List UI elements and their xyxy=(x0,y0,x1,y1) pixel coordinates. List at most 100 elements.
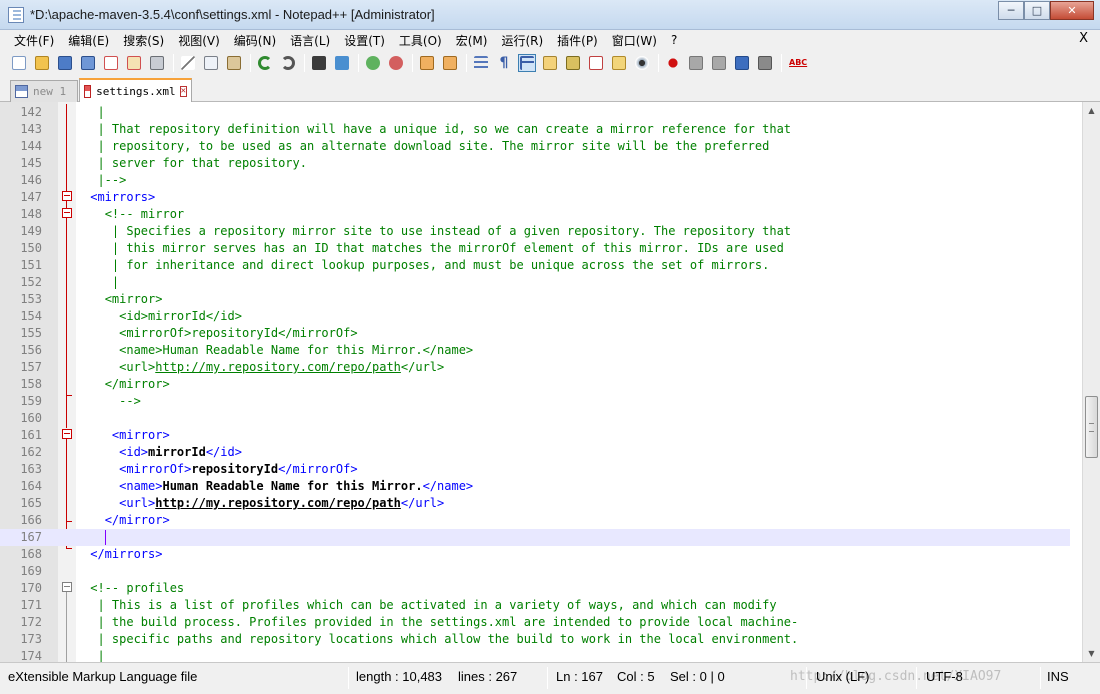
status-insert-mode[interactable]: INS xyxy=(1047,667,1069,687)
line-text: <url>http://my.repository.com/repo/path<… xyxy=(83,359,444,376)
code-line: 173 | specific paths and repository loca… xyxy=(0,631,1070,648)
menu-language[interactable]: 语言(L) xyxy=(284,32,336,49)
line-text xyxy=(83,529,106,546)
open-file-icon[interactable] xyxy=(33,54,51,72)
save-macro-icon[interactable] xyxy=(756,54,774,72)
sync-vertical-icon[interactable] xyxy=(418,54,436,72)
folder-workspace-icon[interactable] xyxy=(610,54,628,72)
menu-search[interactable]: 搜索(S) xyxy=(117,32,170,49)
menu-macro[interactable]: 宏(M) xyxy=(450,32,494,49)
xml-tag: </url> xyxy=(400,360,445,374)
xml-url-link[interactable]: http://my.repository.com/repo/path xyxy=(155,360,401,374)
line-text: <mirrorOf>repositoryId</mirrorOf> xyxy=(83,325,357,342)
code-line: 149 | Specifies a repository mirror site… xyxy=(0,223,1070,240)
maximize-button[interactable]: □ xyxy=(1024,1,1050,20)
redo-icon[interactable] xyxy=(279,54,297,72)
new-file-icon[interactable] xyxy=(10,54,28,72)
menu-plugins[interactable]: 插件(P) xyxy=(551,32,604,49)
tab-new-1[interactable]: new 1 xyxy=(10,80,78,102)
zoom-out-icon[interactable] xyxy=(387,54,405,72)
zoom-in-icon[interactable] xyxy=(364,54,382,72)
close-icon[interactable] xyxy=(102,54,120,72)
show-all-chars-icon[interactable]: ¶ xyxy=(495,54,513,72)
play-multiple-icon[interactable] xyxy=(733,54,751,72)
find-icon[interactable] xyxy=(310,54,328,72)
close-window-button[interactable]: ✕ xyxy=(1050,1,1094,20)
print-icon[interactable] xyxy=(148,54,166,72)
word-wrap-icon[interactable] xyxy=(472,54,490,72)
tab-settings-xml[interactable]: settings.xml ✕ xyxy=(79,78,192,102)
lang-icon[interactable] xyxy=(541,54,559,72)
menu-settings[interactable]: 设置(T) xyxy=(338,32,391,49)
line-number: 169 xyxy=(20,564,42,578)
function-list-icon[interactable] xyxy=(587,54,605,72)
copy-icon[interactable] xyxy=(202,54,220,72)
spellcheck-icon[interactable]: ABC xyxy=(787,54,807,72)
status-column: Col : 5 xyxy=(617,669,655,684)
menu-run[interactable]: 运行(R) xyxy=(495,32,549,49)
xml-tag: <mirrorOf> xyxy=(119,462,192,476)
line-number: 154 xyxy=(20,309,42,323)
menu-view[interactable]: 视图(V) xyxy=(172,32,226,49)
line-text: <!-- mirror xyxy=(83,206,184,223)
line-number: 173 xyxy=(20,632,42,646)
line-text: <mirror> xyxy=(83,291,163,308)
vertical-scrollbar[interactable]: ▲ ▼ xyxy=(1082,102,1100,662)
scroll-down-arrow-icon[interactable]: ▼ xyxy=(1083,645,1100,662)
code-editor[interactable]: 142 | 143 | That repository definition w… xyxy=(0,102,1100,662)
xml-tag: </name> xyxy=(422,479,474,493)
xml-tag: </id> xyxy=(205,445,242,459)
paste-icon[interactable] xyxy=(225,54,243,72)
line-text: <!-- profiles xyxy=(83,581,185,595)
undo-icon[interactable] xyxy=(256,54,274,72)
save-icon[interactable] xyxy=(56,54,74,72)
tab-close-icon[interactable]: ✕ xyxy=(179,85,187,97)
menu-window[interactable]: 窗口(W) xyxy=(606,32,663,49)
doc-map-icon[interactable] xyxy=(564,54,582,72)
line-number: 146 xyxy=(20,173,42,187)
code-line: 157 <url>http://my.repository.com/repo/p… xyxy=(0,359,1070,376)
xml-value: mirrorId xyxy=(148,309,206,323)
line-text: <mirrorOf>repositoryId</mirrorOf> xyxy=(83,461,358,478)
play-macro-icon[interactable] xyxy=(710,54,728,72)
code-line: 152 | xyxy=(0,274,1070,291)
tab-label: settings.xml xyxy=(96,84,176,98)
xml-tag: <id> xyxy=(119,309,149,323)
menu-help[interactable]: ? xyxy=(665,33,683,47)
stop-record-icon[interactable] xyxy=(687,54,705,72)
monitor-icon[interactable] xyxy=(633,54,651,72)
close-document-button[interactable]: X xyxy=(1079,31,1088,46)
minimize-button[interactable]: ─ xyxy=(998,1,1024,20)
save-all-icon[interactable] xyxy=(79,54,97,72)
xml-tag: <name> xyxy=(119,343,163,357)
close-all-icon[interactable] xyxy=(125,54,143,72)
xml-url-link[interactable]: http://my.repository.com/repo/path xyxy=(155,496,401,510)
line-number: 149 xyxy=(20,224,42,238)
xml-tag: </id> xyxy=(205,309,242,323)
toolbar-separator xyxy=(304,54,305,72)
replace-icon[interactable] xyxy=(333,54,351,72)
menu-encoding[interactable]: 编码(N) xyxy=(228,32,282,49)
line-number: 147 xyxy=(20,190,42,204)
xml-tag: </mirrorOf> xyxy=(278,462,358,476)
cut-icon[interactable] xyxy=(179,54,197,72)
menu-tools[interactable]: 工具(O) xyxy=(393,32,448,49)
line-number: 164 xyxy=(20,479,42,493)
menu-file[interactable]: 文件(F) xyxy=(8,32,60,49)
line-text: | Specifies a repository mirror site to … xyxy=(83,224,792,238)
status-encoding[interactable]: UTF-8 xyxy=(926,667,963,687)
menu-edit[interactable]: 编辑(E) xyxy=(62,32,115,49)
code-line: 147 <mirrors> xyxy=(0,189,1070,206)
status-lines: lines : 267 xyxy=(458,669,518,684)
line-number: 158 xyxy=(20,377,42,391)
indent-guide-icon[interactable] xyxy=(518,54,536,72)
sync-horizontal-icon[interactable] xyxy=(441,54,459,72)
toolbar: ¶ ABC xyxy=(0,50,1100,76)
code-line: 159 --> xyxy=(0,393,1070,410)
line-number: 159 xyxy=(20,394,42,408)
scrollbar-thumb[interactable] xyxy=(1085,396,1098,458)
scroll-up-arrow-icon[interactable]: ▲ xyxy=(1083,102,1100,119)
line-text: <url>http://my.repository.com/repo/path<… xyxy=(83,495,444,512)
record-macro-icon[interactable] xyxy=(664,54,682,72)
status-eol-format[interactable]: Unix (LF) xyxy=(816,667,869,687)
